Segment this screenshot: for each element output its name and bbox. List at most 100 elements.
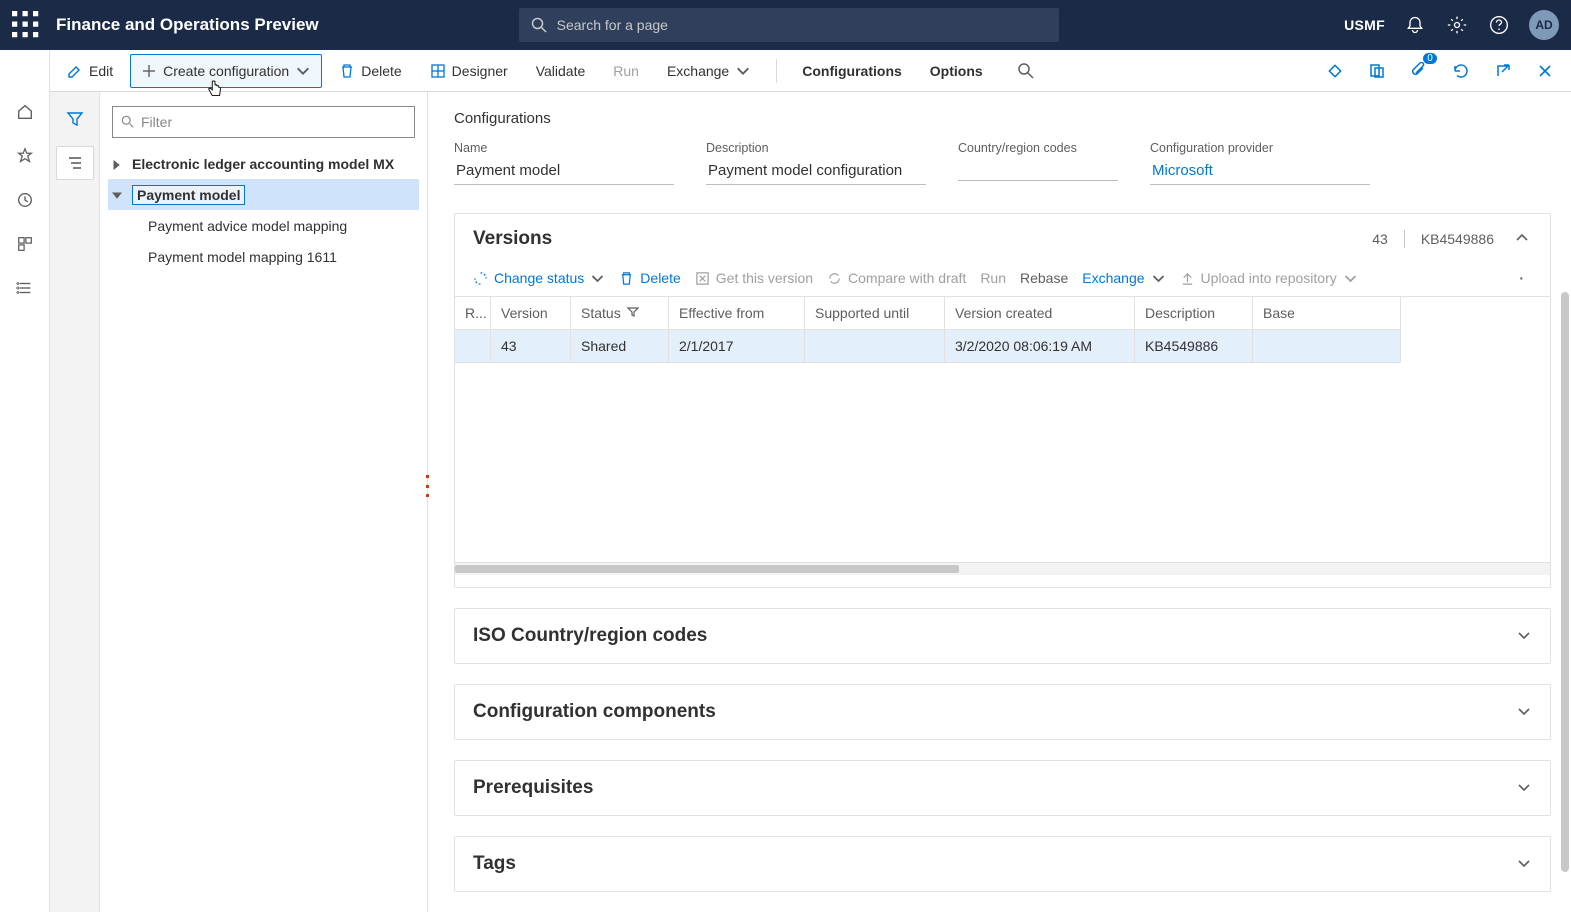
section-title: Versions <box>473 228 1372 250</box>
tree-row[interactable]: Payment advice model mapping <box>108 210 419 241</box>
col-header-r[interactable]: R... <box>455 297 491 330</box>
col-header-supported[interactable]: Supported until <box>805 297 945 330</box>
create-configuration-button[interactable]: Create configuration <box>130 54 322 88</box>
summary-count: 43 <box>1372 231 1388 247</box>
tree-row[interactable]: Payment model <box>108 179 419 210</box>
table-empty-space <box>455 363 1550 563</box>
star-icon[interactable] <box>13 144 37 168</box>
validate-button[interactable]: Validate <box>525 54 597 88</box>
search-input[interactable] <box>557 17 1047 33</box>
components-header[interactable]: Configuration components <box>455 685 1550 739</box>
designer-button[interactable]: Designer <box>419 54 519 88</box>
field-description: Description Payment model configuration <box>706 141 926 185</box>
waffle-icon[interactable] <box>12 11 40 39</box>
company-picker[interactable]: USMF <box>1344 17 1385 33</box>
change-status-button[interactable]: Change status <box>473 270 605 286</box>
v-scrollbar-thumb[interactable] <box>1561 292 1569 872</box>
delete-button[interactable]: Delete <box>328 54 412 88</box>
tree-row[interactable]: Payment model mapping 1611 <box>108 241 419 272</box>
edit-button[interactable]: Edit <box>56 54 124 88</box>
h-scrollbar-thumb[interactable] <box>455 565 959 573</box>
filter-icon[interactable] <box>56 102 94 136</box>
filter-icon[interactable] <box>627 305 639 321</box>
app-header: Finance and Operations Preview USMF AD <box>0 0 1571 50</box>
refresh-icon[interactable] <box>1445 55 1477 87</box>
version-delete-label: Delete <box>640 270 680 286</box>
recent-icon[interactable] <box>13 188 37 212</box>
gear-icon[interactable] <box>1445 13 1469 37</box>
exchange-button[interactable]: Exchange <box>656 54 762 88</box>
attachments-icon[interactable]: 0 <box>1403 55 1435 87</box>
open-new-icon[interactable] <box>1361 55 1393 87</box>
table-row[interactable]: 43 Shared 2/1/2017 3/2/2020 08:06:19 AM … <box>455 330 1550 363</box>
prereq-title: Prerequisites <box>473 777 1516 799</box>
tags-header[interactable]: Tags <box>455 837 1550 891</box>
prereq-header[interactable]: Prerequisites <box>455 761 1550 815</box>
col-header-status[interactable]: Status <box>571 297 669 330</box>
iso-header[interactable]: ISO Country/region codes <box>455 609 1550 663</box>
iso-title: ISO Country/region codes <box>473 625 1516 647</box>
caret-right-icon[interactable] <box>112 157 126 171</box>
chevron-up-icon[interactable] <box>1514 230 1532 248</box>
chevron-down-icon <box>590 271 605 286</box>
version-delete-button[interactable]: Delete <box>619 270 680 286</box>
options-tab[interactable]: Options <box>919 54 994 88</box>
field-value[interactable]: Payment model <box>454 159 674 185</box>
version-run-button: Run <box>980 270 1006 286</box>
workspace-icon[interactable] <box>13 232 37 256</box>
col-header-description[interactable]: Description <box>1135 297 1253 330</box>
popout-icon[interactable] <box>1487 55 1519 87</box>
chevron-down-icon <box>1343 271 1358 286</box>
tree-label: Payment advice model mapping <box>148 218 347 234</box>
h-scrollbar-track[interactable] <box>455 563 1550 575</box>
versions-toolbar: Change status Delete Get this version Co… <box>455 264 1550 296</box>
tree-label: Electronic ledger accounting model MX <box>132 156 394 172</box>
field-label: Description <box>706 141 926 155</box>
delete-label: Delete <box>361 63 401 79</box>
plus-icon <box>141 63 157 79</box>
cell-status: Shared <box>571 330 669 363</box>
field-value[interactable]: Payment model configuration <box>706 159 926 185</box>
version-exchange-button[interactable]: Exchange <box>1082 270 1165 286</box>
configurations-tab[interactable]: Configurations <box>791 54 913 88</box>
tree-row[interactable]: Electronic ledger accounting model MX <box>108 148 419 179</box>
home-icon[interactable] <box>13 100 37 124</box>
caret-down-icon[interactable] <box>112 188 126 202</box>
configurations-label: Configurations <box>802 63 902 79</box>
col-header-effective[interactable]: Effective from <box>669 297 805 330</box>
cell-created: 3/2/2020 08:06:19 AM <box>945 330 1135 363</box>
field-value[interactable] <box>958 159 1118 181</box>
versions-header[interactable]: Versions 43 KB4549886 <box>455 214 1550 264</box>
modules-icon[interactable] <box>13 276 37 300</box>
components-section: Configuration components <box>454 684 1551 740</box>
help-icon[interactable] <box>1487 13 1511 37</box>
bell-icon[interactable] <box>1403 13 1427 37</box>
rebase-button[interactable]: Rebase <box>1020 270 1068 286</box>
get-version-label: Get this version <box>716 270 813 286</box>
tree-filter[interactable] <box>112 106 415 138</box>
find-icon[interactable] <box>1010 55 1042 87</box>
close-icon[interactable] <box>1529 55 1561 87</box>
col-header-base[interactable]: Base <box>1253 297 1401 330</box>
field-label: Configuration provider <box>1150 141 1370 155</box>
field-value-link[interactable]: Microsoft <box>1150 159 1370 185</box>
tree-view-icon[interactable] <box>56 146 94 180</box>
diamond-icon[interactable] <box>1319 55 1351 87</box>
chevron-down-icon <box>1151 271 1166 286</box>
attachment-badge: 0 <box>1423 53 1437 64</box>
tree-filter-input[interactable] <box>141 114 406 130</box>
iso-section: ISO Country/region codes <box>454 608 1551 664</box>
cell-description: KB4549886 <box>1135 330 1253 363</box>
field-label: Name <box>454 141 674 155</box>
col-header-created[interactable]: Version created <box>945 297 1135 330</box>
app-title: Finance and Operations Preview <box>56 15 319 35</box>
designer-label: Designer <box>452 63 508 79</box>
exchange-label: Exchange <box>667 63 729 79</box>
trash-icon <box>619 271 634 286</box>
more-icon[interactable]: · <box>1513 270 1532 286</box>
global-search[interactable] <box>519 8 1059 42</box>
col-header-version[interactable]: Version <box>491 297 571 330</box>
avatar[interactable]: AD <box>1529 10 1559 40</box>
version-exchange-label: Exchange <box>1082 270 1144 286</box>
components-title: Configuration components <box>473 701 1516 723</box>
